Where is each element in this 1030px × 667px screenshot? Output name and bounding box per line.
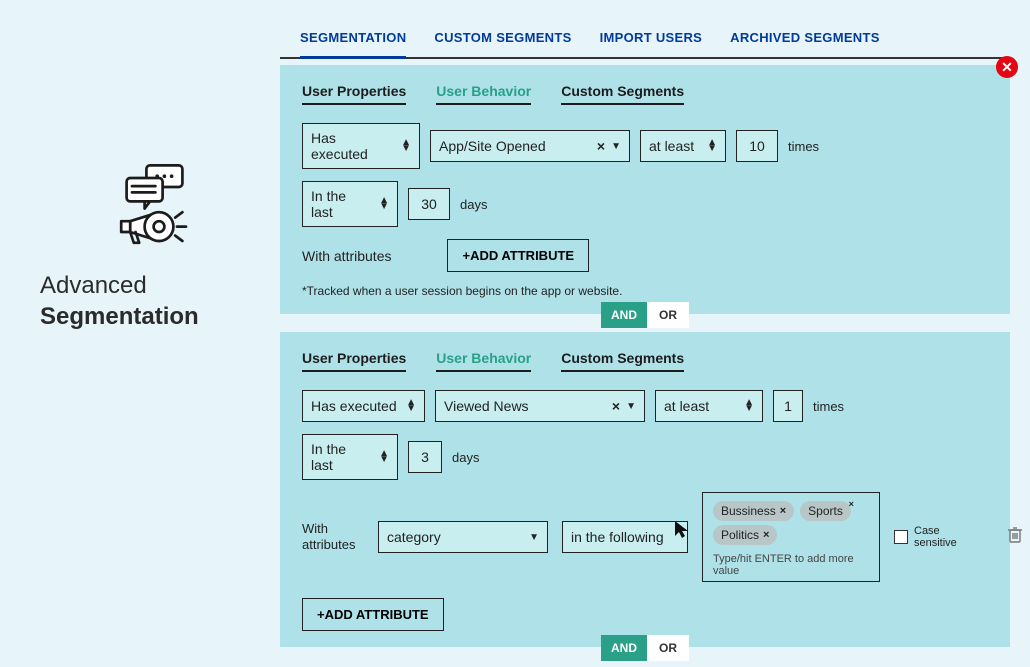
add-attribute-button[interactable]: +ADD ATTRIBUTE [447,239,589,272]
connector-or-2[interactable]: OR [647,635,689,661]
chip-remove-icon[interactable]: × [763,529,769,541]
add-attribute-button-2[interactable]: +ADD ATTRIBUTE [302,598,444,631]
sidebar-title: Advanced Segmentation [40,270,260,332]
chip-hint: Type/hit ENTER to add more value [713,553,869,577]
chip-remove-icon[interactable]: × [780,505,786,517]
times-input-2[interactable]: 1 [773,390,803,422]
sub-tab-user-behavior[interactable]: User Behavior [436,83,531,105]
days-label: days [460,197,487,212]
atleast-select-2[interactable]: at least ▲▼ [655,390,763,422]
inlast-select[interactable]: In the last ▲▼ [302,181,398,227]
event-select-2[interactable]: Viewed News ×▼ [435,390,645,422]
case-sensitive-label: Case sensitive [914,525,962,549]
condition-panel-2: User Properties User Behavior Custom Seg… [280,332,1010,647]
tab-archived-segments[interactable]: ARCHIVED SEGMENTS [730,30,880,51]
sub-tab-user-properties-2[interactable]: User Properties [302,350,406,372]
tracking-note: *Tracked when a user session begins on t… [302,284,988,298]
days-label-2: days [452,450,479,465]
executed-select[interactable]: Has executed ▲▼ [302,123,420,169]
attribute-name-select[interactable]: category ▼ [378,521,548,553]
chip-remove-icon[interactable]: × [849,499,854,509]
sub-tab-custom-segments[interactable]: Custom Segments [561,83,684,105]
inlast-select-2[interactable]: In the last ▲▼ [302,434,398,480]
chip-sports: Sports× [800,501,851,521]
connector-or[interactable]: OR [647,302,689,328]
close-icon[interactable]: ✕ [996,56,1018,78]
chip-politics: Politics × [713,525,777,545]
atleast-select[interactable]: at least ▲▼ [640,130,726,162]
days-input[interactable]: 30 [408,188,450,220]
connector-1: AND OR [601,302,689,328]
connector-2: AND OR [601,635,689,661]
in-following-select[interactable]: in the following [562,521,688,553]
trash-icon[interactable] [1007,526,1023,549]
sub-tab-user-properties[interactable]: User Properties [302,83,406,105]
sub-tab-user-behavior-2[interactable]: User Behavior [436,350,531,372]
times-input[interactable]: 10 [736,130,778,162]
chip-bussiness: Bussiness × [713,501,794,521]
with-attributes-label-2: With attributes [302,521,364,552]
condition-panel-1: User Properties User Behavior Custom Seg… [280,65,1010,314]
sidebar: Advanced Segmentation [40,30,260,647]
sub-tab-custom-segments-2[interactable]: Custom Segments [561,350,684,372]
times-label: times [788,139,819,154]
tab-import-users[interactable]: IMPORT USERS [600,30,703,51]
main-tabs: SEGMENTATION CUSTOM SEGMENTS IMPORT USER… [280,30,1010,59]
event-select[interactable]: App/Site Opened ×▼ [430,130,630,162]
cursor-icon [671,518,693,540]
megaphone-chat-icon [105,160,195,250]
connector-and[interactable]: AND [601,302,647,328]
tab-segmentation[interactable]: SEGMENTATION [300,30,406,59]
case-sensitive-checkbox[interactable] [894,530,908,544]
days-input-2[interactable]: 3 [408,441,442,473]
with-attributes-label: With attributes [302,248,391,264]
attribute-values-input[interactable]: Bussiness × Sports× Politics × Type/hit … [702,492,880,582]
tab-custom-segments[interactable]: CUSTOM SEGMENTS [434,30,571,51]
executed-select-2[interactable]: Has executed ▲▼ [302,390,425,422]
connector-and-2[interactable]: AND [601,635,647,661]
times-label-2: times [813,399,844,414]
